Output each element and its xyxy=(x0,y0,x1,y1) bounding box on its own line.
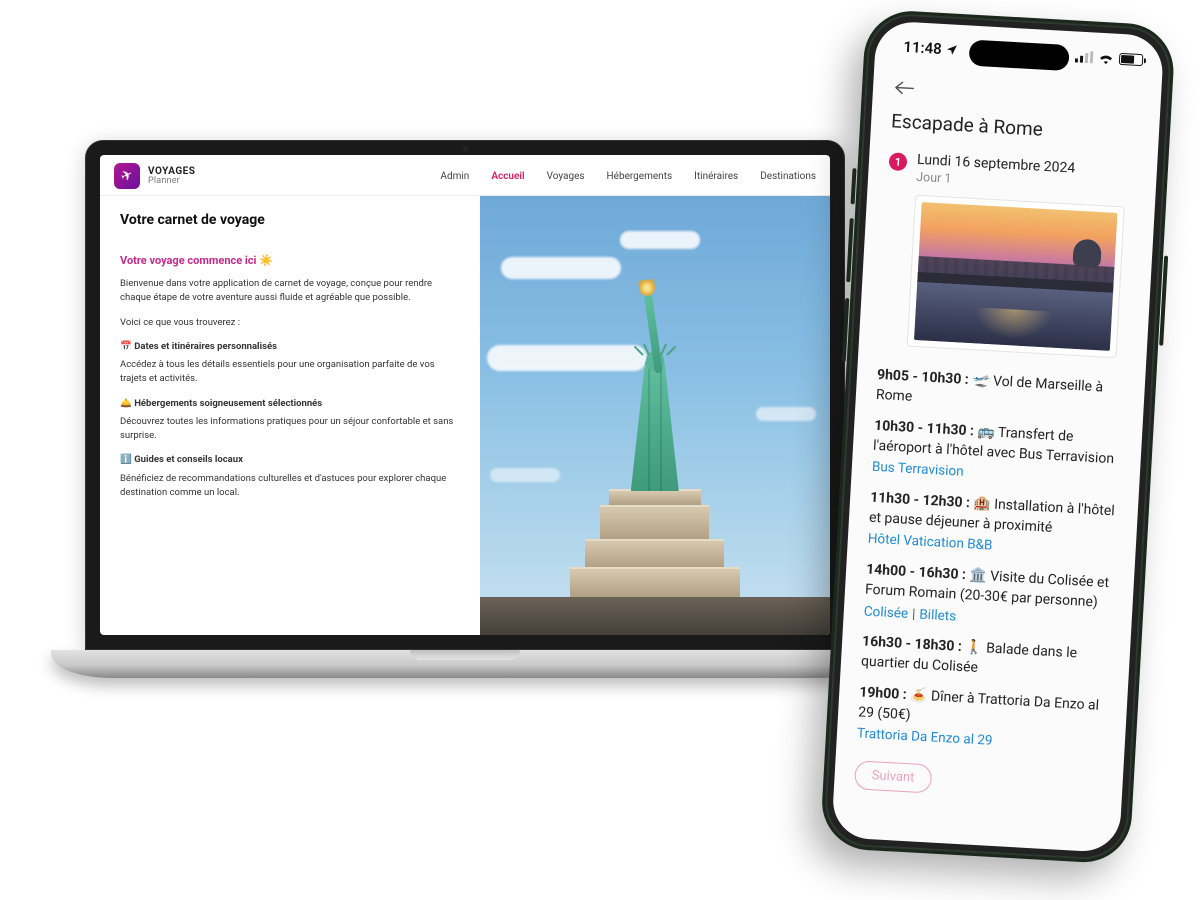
feature-3-body: Bénéficiez de recommandations culturelle… xyxy=(120,472,460,501)
brand-sub: Planner xyxy=(148,177,195,186)
phone-content[interactable]: Escapade à Rome 1 Lundi 16 septembre 202… xyxy=(831,70,1161,853)
day-header: 1 Lundi 16 septembre 2024 Jour 1 xyxy=(888,150,1137,197)
nav-itineraires[interactable]: Itinéraires xyxy=(694,171,738,182)
app-body: Votre carnet de voyage Votre voyage comm… xyxy=(100,196,830,635)
itin-item-1: 9h05 - 10h30 : 🛫 Vol de Marseille à Rome xyxy=(875,365,1125,419)
feature-2-title: 🛎️ Hébergements soigneusement sélectionn… xyxy=(120,397,460,411)
laptop-bezel: VOYAGES Planner Admin Accueil Voyages Hé… xyxy=(85,140,845,650)
itinerary-list: 9h05 - 10h30 : 🛫 Vol de Marseille à Rome… xyxy=(856,365,1125,758)
plane-icon: 🛫 xyxy=(972,372,990,389)
page-subtitle: Votre voyage commence ici ☀️ xyxy=(120,254,460,267)
hotel-icon: 🏨 xyxy=(973,495,991,512)
status-time: 11:48 xyxy=(903,38,942,58)
page-title: Votre carnet de voyage xyxy=(120,212,460,228)
feature-1-title: 📅 Dates et itinéraires personnalisés xyxy=(120,340,460,354)
next-button[interactable]: Suivant xyxy=(854,760,932,793)
brand-name: VOYAGES xyxy=(148,167,195,177)
nav-destinations[interactable]: Destinations xyxy=(760,171,816,182)
battery-icon xyxy=(1119,53,1144,66)
laptop-screen: VOYAGES Planner Admin Accueil Voyages Hé… xyxy=(100,155,830,635)
phone-screen: 11:48 Escapade à Rome xyxy=(831,20,1164,853)
wifi-icon xyxy=(1098,52,1115,65)
nav-hebergements[interactable]: Hébergements xyxy=(607,171,673,182)
museum-icon: 🏛️ xyxy=(969,567,987,584)
link-billets[interactable]: Billets xyxy=(919,606,957,624)
itin-item-6: 19h00 : 🍝 Dîner à Trattoria Da Enzo al 2… xyxy=(856,682,1107,758)
app-header: VOYAGES Planner Admin Accueil Voyages Hé… xyxy=(100,155,830,196)
feature-2-body: Découvrez toutes les informations pratiq… xyxy=(120,415,460,444)
nav-admin[interactable]: Admin xyxy=(440,171,469,182)
nav-voyages[interactable]: Voyages xyxy=(547,171,585,182)
welcome-line-2: Voici ce que vous trouverez : xyxy=(120,316,460,330)
laptop-camera xyxy=(462,146,468,152)
laptop-mockup: VOYAGES Planner Admin Accueil Voyages Hé… xyxy=(85,140,845,678)
feature-1-body: Accédez à tous les détails essentiels po… xyxy=(120,358,460,387)
day-number-badge: 1 xyxy=(889,152,908,171)
brand[interactable]: VOYAGES Planner xyxy=(114,163,195,189)
itin-item-3: 11h30 - 12h30 : 🏨 Installation à l'hôtel… xyxy=(867,487,1118,563)
phone-dynamic-island xyxy=(968,40,1069,72)
phone-mockup: 11:48 Escapade à Rome xyxy=(820,9,1176,865)
itin-item-5: 16h30 - 18h30 : 🚶 Balade dans le quartie… xyxy=(860,632,1110,686)
cellular-signal-icon xyxy=(1075,50,1094,63)
main-nav: Admin Accueil Voyages Hébergements Itiné… xyxy=(440,171,816,182)
link-colisee[interactable]: Colisée xyxy=(863,603,908,621)
feature-3-title: ℹ️ Guides et conseils locaux xyxy=(120,453,460,467)
rome-sunset-image xyxy=(914,202,1117,351)
nav-accueil[interactable]: Accueil xyxy=(491,171,524,182)
brand-logo-icon xyxy=(114,163,140,189)
content-column: Votre carnet de voyage Votre voyage comm… xyxy=(100,196,480,635)
itin-item-4: 14h00 - 16h30 : 🏛️ Visite du Colisée et … xyxy=(863,559,1114,635)
laptop-base xyxy=(51,650,879,678)
walk-icon: 🚶 xyxy=(965,639,983,656)
welcome-line-1: Bienvenue dans votre application de carn… xyxy=(120,277,460,306)
link-trattoria[interactable]: Trattoria Da Enzo al 29 xyxy=(856,725,1105,758)
location-icon xyxy=(945,43,959,57)
day-hero-image xyxy=(907,195,1125,358)
link-hotel-vatication[interactable]: Hôtel Vatication B&B xyxy=(867,530,1116,563)
hero-image-statue-of-liberty xyxy=(480,196,830,635)
back-button[interactable] xyxy=(893,79,1142,109)
itin-item-2: 10h30 - 11h30 : 🚌 Transfert de l'aéropor… xyxy=(871,415,1122,491)
dinner-icon: 🍝 xyxy=(910,687,928,704)
bus-icon: 🚌 xyxy=(977,423,995,440)
